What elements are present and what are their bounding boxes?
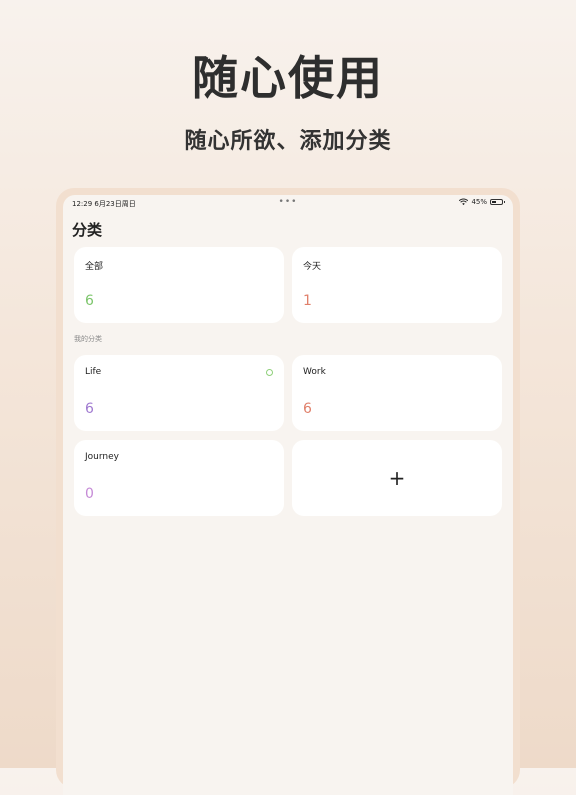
summary-card-all[interactable]: 全部 6 (74, 247, 284, 323)
card-label: 今天 (303, 262, 322, 272)
card-count: 0 (85, 486, 94, 502)
category-card-work[interactable]: Work 6 (292, 355, 502, 431)
multitask-dots[interactable]: ••• (279, 197, 298, 207)
tablet-frame: 12:29 6月23日周日 ••• 45% 分类 全部 6 今天 1 我的分类 (56, 188, 520, 795)
app-screen: 12:29 6月23日周日 ••• 45% 分类 全部 6 今天 1 我的分类 (63, 195, 513, 795)
add-category-button[interactable]: + (292, 440, 502, 516)
card-count: 1 (303, 293, 312, 309)
summary-card-today[interactable]: 今天 1 (292, 247, 502, 323)
card-label: Work (303, 367, 326, 377)
status-bar: 12:29 6月23日周日 ••• 45% (63, 195, 513, 211)
card-label: Life (85, 367, 102, 377)
card-count: 6 (303, 401, 312, 417)
category-card-life[interactable]: Life 6 (74, 355, 284, 431)
status-time: 12:29 6月23日周日 (72, 200, 136, 208)
category-card-journey[interactable]: Journey 0 (74, 440, 284, 516)
hero-title: 随心使用 (192, 51, 384, 105)
status-dot-icon (266, 369, 273, 376)
card-label: Journey (85, 452, 119, 462)
plus-icon: + (388, 466, 406, 490)
page-title: 分类 (72, 221, 103, 239)
hero-subtitle: 随心所欲、添加分类 (184, 129, 392, 154)
wifi-icon (459, 198, 469, 206)
card-count: 6 (85, 401, 94, 417)
card-label: 全部 (85, 262, 104, 272)
battery-icon (490, 199, 505, 205)
section-label: 我的分类 (74, 335, 102, 343)
battery-percent: 45% (471, 198, 487, 206)
status-indicators: 45% (459, 198, 505, 206)
card-count: 6 (85, 293, 94, 309)
